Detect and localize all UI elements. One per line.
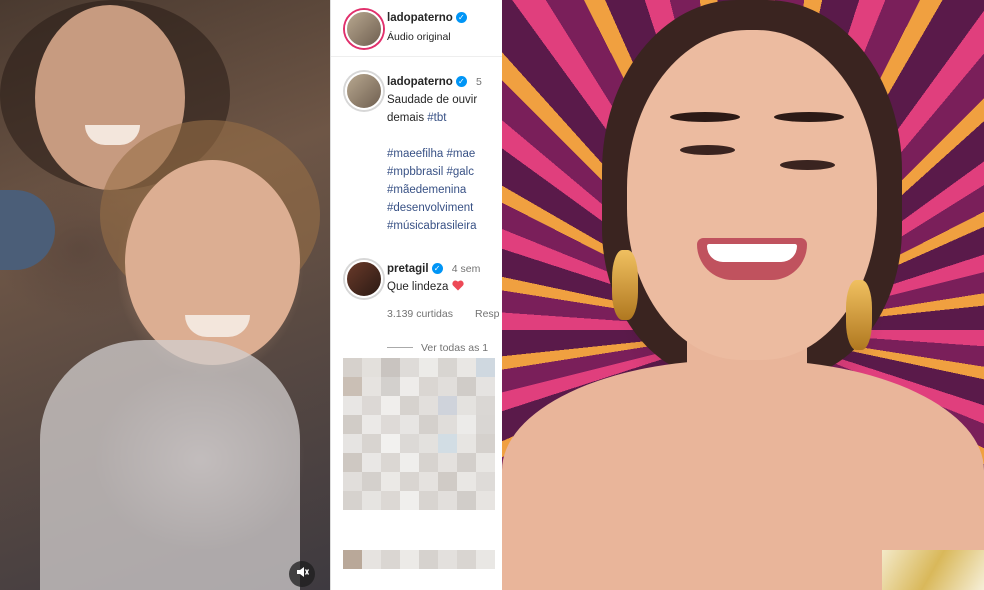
post-author-avatar[interactable] [345,10,383,48]
divider [331,56,503,57]
commenter-username[interactable]: pretagil ✓ 4 sem [387,263,480,275]
hashtag-row-2[interactable]: #mpbbrasil #galc [387,166,474,178]
teeth [707,244,797,262]
video-frame [0,0,330,590]
volume-icon [295,565,310,584]
blue-sleeve [0,190,55,270]
likes-count[interactable]: 3.139 curtidas [387,308,453,320]
post-author-username[interactable]: ladopaterno ✓ [387,12,467,24]
mouth [697,238,807,280]
right-earring [846,280,872,350]
caption-line-1: Saudade de ouvir [387,94,478,106]
hashtag-link[interactable]: #tbt [427,112,446,124]
view-all-divider [387,347,413,348]
heart-icon [451,280,464,293]
reply-button[interactable]: Resp [475,308,500,320]
hashtag-row-5[interactable]: #músicabrasileira [387,220,476,232]
caption-author-username[interactable]: ladopaterno ✓ 5 [387,76,482,88]
pixelated-area [343,358,495,530]
left-eyebrow [670,112,740,122]
right-eyebrow [774,112,844,122]
caption-author-avatar[interactable] [345,72,383,110]
audio-label[interactable]: Áudio original [387,31,451,43]
verified-icon: ✓ [455,76,467,87]
caption-time: 5 [476,76,482,88]
verified-icon: ✓ [455,12,467,23]
dress [882,550,984,590]
caption-line-2: demais #tbt [387,112,447,124]
portrait-photo [502,0,984,590]
comment-time: 4 sem [451,263,481,275]
comment-text: Que lindeza [387,280,464,293]
hashtag-row-4[interactable]: #desenvolviment [387,202,473,214]
verified-icon: ✓ [431,263,443,274]
right-eye [780,160,835,170]
volume-button[interactable] [289,561,315,587]
face [627,30,877,360]
pixelated-area-2 [343,550,495,590]
left-earring [612,250,638,320]
hashtag-row-1[interactable]: #maeefilha #mae [387,148,475,160]
view-all-replies[interactable]: Ver todas as 1 [421,342,488,354]
left-eye [680,145,735,155]
hashtag-row-3[interactable]: #mãedemenina [387,184,466,196]
clothing [40,340,300,590]
commenter-avatar[interactable] [345,260,383,298]
